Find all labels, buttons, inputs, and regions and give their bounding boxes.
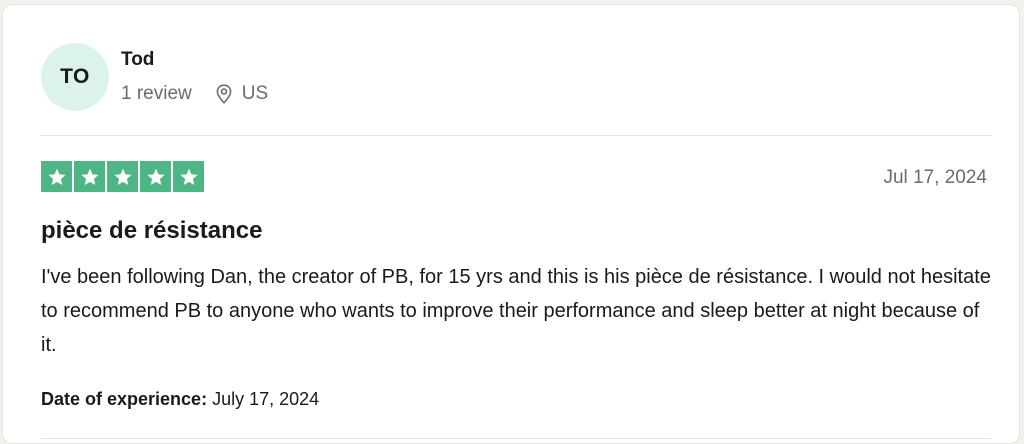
location-pin-icon	[216, 84, 232, 104]
date-of-experience: Date of experience: July 17, 2024	[41, 389, 319, 410]
experience-date: July 17, 2024	[212, 389, 320, 409]
divider	[41, 438, 991, 439]
star-icon	[74, 161, 105, 192]
review-date: Jul 17, 2024	[883, 167, 987, 188]
review-body: I've been following Dan, the creator of …	[41, 266, 991, 356]
star-icon	[107, 161, 138, 192]
star-rating	[41, 161, 204, 192]
avatar[interactable]: TO	[41, 43, 109, 111]
divider	[41, 135, 991, 136]
star-icon	[173, 161, 204, 192]
reviewer-meta: 1 review US	[121, 83, 268, 105]
reviewer-name[interactable]: Tod	[121, 49, 154, 71]
reviewer-country: US	[241, 83, 269, 104]
star-icon	[41, 161, 72, 192]
review-count: 1 review	[121, 83, 192, 104]
review-title[interactable]: pièce de résistance	[41, 217, 262, 245]
avatar-initials: TO	[60, 65, 90, 88]
review-card: TO Tod 1 review US Jul 17, 2024 pièce de…	[2, 4, 1020, 444]
star-icon	[140, 161, 171, 192]
experience-label: Date of experience:	[41, 389, 208, 409]
